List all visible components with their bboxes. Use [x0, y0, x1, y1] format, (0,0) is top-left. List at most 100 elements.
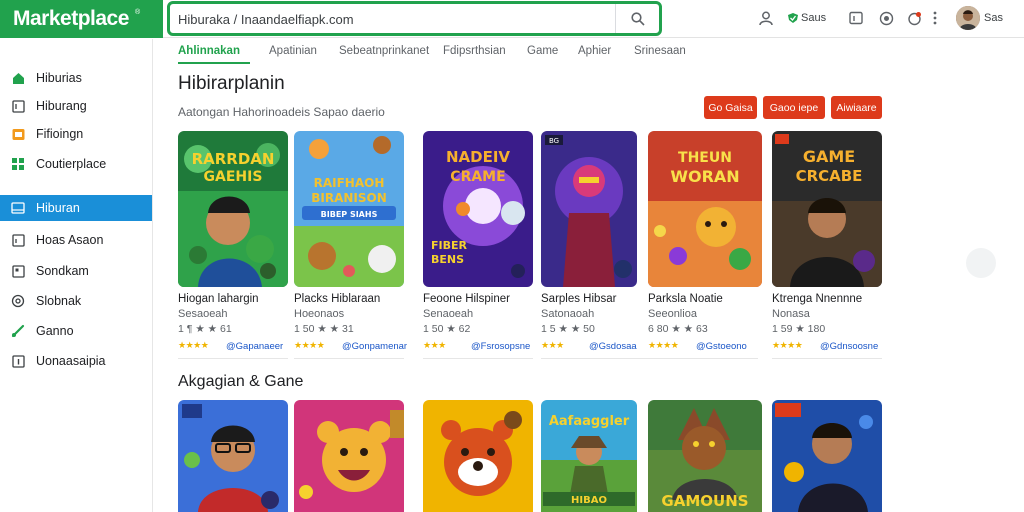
- sidebar-item-coutierplace[interactable]: Coutierplace: [0, 151, 152, 177]
- app-thumbnail: [178, 400, 288, 512]
- divider: [648, 358, 758, 359]
- app-card[interactable]: [772, 400, 882, 512]
- app-meta: 1 50 ★ 62: [423, 323, 471, 335]
- sidebar-item-label: Hoas Asaon: [36, 233, 104, 247]
- divider: [178, 358, 288, 359]
- app-category: Satonaoah: [541, 308, 595, 320]
- developer-link[interactable]: @Gapanaeer: [226, 341, 283, 352]
- thumbnail-title-text: CRAME: [450, 169, 505, 185]
- developer-link[interactable]: @Gstoeono: [696, 341, 747, 352]
- view-button[interactable]: Gaoo iepe: [763, 96, 825, 119]
- sidebar-item-fifioingn[interactable]: Fifioingn: [0, 121, 152, 147]
- section-title: Hibirarplanin: [178, 73, 285, 94]
- thumbnail-subtitle-text: FIBER: [431, 239, 468, 252]
- app-thumbnail: Aafaaggler HIBAO: [541, 400, 637, 512]
- thumbnail-title-text: BIRANISON: [311, 191, 387, 205]
- divider: [772, 358, 882, 359]
- app-card[interactable]: [178, 400, 288, 512]
- thumbnail-caption-text: GAMOUNS: [661, 492, 748, 510]
- search-icon: [630, 11, 645, 26]
- info-icon: [11, 354, 25, 368]
- star-rating: ★★★★: [772, 341, 803, 351]
- app-card[interactable]: Aafaaggler HIBAO: [541, 400, 637, 512]
- bookmark-icon: [11, 264, 25, 278]
- link-icon: [11, 324, 25, 338]
- top-bar: Marketplace ® Saus Sas: [0, 0, 1024, 38]
- thumbnail-title-text: WORAN: [670, 167, 739, 186]
- account-icon[interactable]: [757, 9, 775, 27]
- sidebar-item-label: Hiburias: [36, 71, 82, 85]
- tab-sebeatnprinkanet[interactable]: Sebeatnprinkanet: [339, 45, 429, 57]
- divider: [294, 358, 404, 359]
- sidebar-item-label: Hiburan: [36, 201, 80, 215]
- tab-ahlinnakan[interactable]: Ahlinnakan: [178, 45, 240, 57]
- app-card[interactable]: [294, 400, 404, 512]
- app-thumbnail: [772, 400, 882, 512]
- tab-srinesaan[interactable]: Srinesaan: [634, 45, 686, 57]
- tab-fdipsrthsian[interactable]: Fdipsrthsian: [443, 45, 506, 57]
- app-category: Sesaoeah: [178, 308, 228, 320]
- search-button[interactable]: [615, 4, 659, 33]
- app-thumbnail: [423, 400, 533, 512]
- app-category: Nonasa: [772, 308, 810, 320]
- app-window-icon[interactable]: [847, 9, 865, 27]
- sidebar-item-ganno[interactable]: Ganno: [0, 318, 152, 344]
- developer-link[interactable]: @Gsdosaa: [589, 341, 637, 352]
- search-input[interactable]: [178, 9, 618, 29]
- app-name: Placks Hiblaraan: [294, 293, 381, 305]
- sidebar-item-label: Ganno: [36, 324, 74, 338]
- star-rating: ★★★: [423, 341, 446, 351]
- sidebar-item-label: Fifioingn: [36, 127, 84, 141]
- developer-link[interactable]: @Gdnsoosne: [820, 341, 878, 352]
- app-name: Hiogan lahargin: [178, 293, 259, 305]
- app-name: Feoone Hilspiner: [423, 293, 510, 305]
- sidebar-item-uonaasaipia[interactable]: Uonaasaipia: [0, 348, 152, 374]
- sidebar-item-hoas-asaon[interactable]: Hoas Asaon: [0, 227, 152, 253]
- thumbnail-subtitle-text: BIBEP SIAHS: [321, 210, 378, 219]
- star-rating: ★★★★: [648, 341, 679, 351]
- avatar[interactable]: [956, 6, 980, 30]
- tab-apatinian[interactable]: Apatinian: [269, 45, 317, 57]
- section-subtitle: Aatongan Hahorinoadeis Sapao daerio: [178, 105, 385, 119]
- grid-icon: [11, 157, 25, 171]
- brand-name: Marketplace: [13, 7, 129, 30]
- settings-icon: [11, 294, 25, 308]
- sidebar-item-hiburan[interactable]: Hiburan: [0, 195, 152, 221]
- brand-logo[interactable]: Marketplace ®: [0, 0, 163, 38]
- thumbnail-title-text: Aafaaggler: [549, 414, 630, 429]
- thumbnail-badge-text: BG: [549, 137, 559, 145]
- app-name: Parksla Noatie: [648, 293, 723, 305]
- star-rating: ★★★★: [178, 341, 209, 351]
- sidebar-item-label: Uonaasaipia: [36, 354, 106, 368]
- star-rating: ★★★: [541, 341, 564, 351]
- developer-link[interactable]: @Gonpamenar: [342, 341, 407, 352]
- thumbnail-title-text: THEUN: [678, 150, 732, 166]
- app-thumbnail: RAIFHAOH BIRANISON BIBEP SIAHS: [294, 131, 404, 287]
- sidebar-item-slobnak[interactable]: Slobnak: [0, 288, 152, 314]
- more-vert-icon[interactable]: [930, 9, 940, 27]
- star-rating: ★★★★: [294, 341, 325, 351]
- go-button[interactable]: Go Gaisa: [704, 96, 757, 119]
- sidebar-item-hiburias[interactable]: Hiburias: [0, 65, 152, 91]
- brand-trademark: ®: [135, 9, 141, 16]
- divider: [423, 358, 533, 359]
- tab-game[interactable]: Game: [527, 45, 558, 57]
- sidebar-item-hiburang[interactable]: Hiburang: [0, 93, 152, 119]
- app-card[interactable]: [423, 400, 533, 512]
- app-meta: 1 50 ★ ★ 31: [294, 323, 354, 335]
- carousel-next-button[interactable]: [966, 248, 996, 278]
- notifications-icon[interactable]: [905, 9, 923, 27]
- developer-link[interactable]: @Fsrosopsne: [471, 341, 530, 352]
- tab-aphier[interactable]: Aphier: [578, 45, 611, 57]
- thumbnail-subtitle-text: BENS: [431, 253, 464, 266]
- settings-circle-icon[interactable]: [877, 9, 895, 27]
- app-category: Seeonlioa: [648, 308, 697, 320]
- app-thumbnail: NADEIV CRAME FIBER BENS: [423, 131, 533, 287]
- app-card[interactable]: GAMOUNS: [648, 400, 762, 512]
- app-thumbnail: THEUN WORAN: [648, 131, 762, 287]
- share-button[interactable]: Aiwiaare: [831, 96, 882, 119]
- user-name: Sas: [984, 12, 1003, 24]
- sidebar: Hiburias Hiburang Fifioingn Coutierplace…: [0, 39, 153, 512]
- sidebar-item-sondkam[interactable]: Sondkam: [0, 258, 152, 284]
- games-icon: [11, 201, 25, 215]
